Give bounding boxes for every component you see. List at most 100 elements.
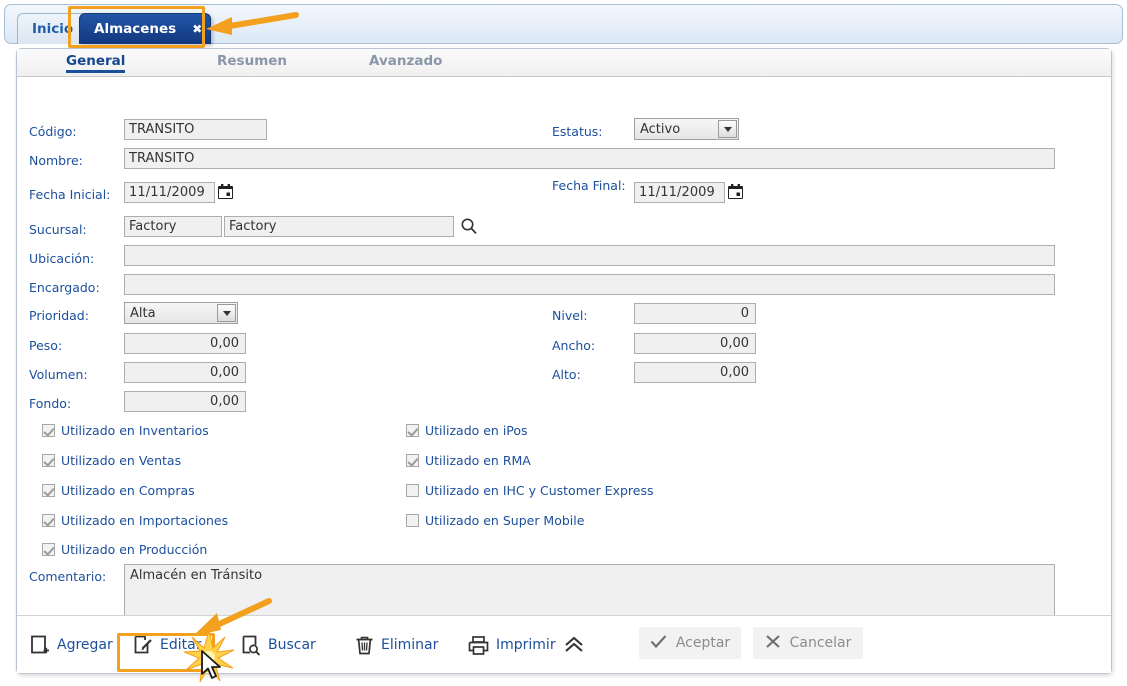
prioridad-label: Prioridad: [29, 308, 89, 323]
fondo-label: Fondo: [29, 396, 72, 411]
peso-label: Peso: [29, 338, 63, 353]
tab-general[interactable]: General [66, 53, 126, 73]
checkbox-produccion[interactable]: Utilizado en Producción [42, 542, 207, 557]
checkbox-box[interactable] [42, 543, 55, 556]
checkbox-importaciones[interactable]: Utilizado en Importaciones [42, 513, 228, 528]
fondo-input[interactable] [124, 391, 246, 412]
volumen-input[interactable] [124, 362, 246, 383]
peso-input[interactable] [124, 333, 246, 354]
checkbox-box[interactable] [42, 454, 55, 467]
ubicacion-label: Ubicación: [29, 251, 95, 266]
checkbox-rma[interactable]: Utilizado en RMA [406, 453, 531, 468]
codigo-input[interactable] [124, 119, 267, 140]
alto-input[interactable] [634, 362, 756, 383]
checkbox-label: Utilizado en Super Mobile [425, 513, 585, 528]
fecha-inicial-input[interactable] [124, 182, 215, 203]
close-icon[interactable]: ✖ [192, 23, 202, 35]
add-document-icon [31, 635, 50, 656]
encargado-label: Encargado: [29, 280, 100, 295]
main-panel: General Resumen Avanzado Código: Estatus… [16, 48, 1112, 674]
trash-icon [355, 635, 374, 656]
window-tab-strip: Inicio Almacenes ✖ [4, 4, 1123, 44]
checkbox-compras[interactable]: Utilizado en Compras [42, 483, 195, 498]
fecha-final-input[interactable] [634, 182, 725, 203]
chevron-down-icon[interactable] [718, 120, 737, 138]
fecha-final-label: Fecha Final: [552, 178, 626, 193]
ancho-label: Ancho: [552, 338, 596, 353]
checkbox-box[interactable] [42, 484, 55, 497]
collapse-toolbar-button[interactable] [563, 629, 585, 661]
tab-active-underline [66, 70, 126, 73]
sucursal-code-input[interactable] [124, 216, 222, 237]
agregar-label: Agregar [57, 637, 113, 653]
volumen-label: Volumen: [29, 367, 88, 382]
calendar-icon[interactable] [217, 183, 234, 204]
prioridad-select-value: Alta [130, 305, 156, 321]
editar-button[interactable]: Editar [134, 629, 201, 661]
ancho-input[interactable] [634, 333, 756, 354]
check-icon [650, 634, 667, 653]
tab-resumen-label: Resumen [217, 53, 288, 69]
tab-resumen[interactable]: Resumen [217, 53, 287, 69]
search-icon[interactable] [460, 217, 478, 239]
edit-pencil-icon [134, 635, 153, 656]
fecha-inicial-label: Fecha Inicial: [29, 187, 111, 202]
imprimir-button[interactable]: Imprimir [468, 629, 556, 661]
agregar-button[interactable]: Agregar [31, 629, 113, 661]
prioridad-select[interactable]: Alta [124, 302, 238, 324]
tab-avanzado-label: Avanzado [369, 53, 443, 69]
editar-label: Editar [160, 637, 202, 653]
checkbox-box[interactable] [42, 424, 55, 437]
sucursal-name-input[interactable] [224, 216, 454, 237]
search-document-icon [242, 635, 261, 656]
tab-avanzado[interactable]: Avanzado [369, 53, 442, 69]
checkbox-inventarios[interactable]: Utilizado en Inventarios [42, 423, 209, 438]
codigo-label: Código: [29, 124, 77, 139]
action-toolbar: Agregar Editar Buscar Eliminar Imprimir … [17, 615, 1111, 673]
printer-icon [468, 635, 489, 656]
checkbox-ihc-customer-express[interactable]: Utilizado en IHC y Customer Express [406, 483, 654, 498]
chevron-down-icon[interactable] [217, 304, 236, 322]
application-window: Inicio Almacenes ✖ General Resumen Avanz… [0, 0, 1127, 686]
eliminar-label: Eliminar [381, 637, 439, 653]
window-tab-inicio[interactable]: Inicio [17, 13, 89, 44]
cancelar-button[interactable]: Cancelar [753, 627, 863, 659]
checkbox-ventas[interactable]: Utilizado en Ventas [42, 453, 181, 468]
tab-general-label: General [66, 53, 126, 69]
alto-label: Alto: [552, 367, 581, 382]
checkbox-ipos[interactable]: Utilizado en iPos [406, 423, 528, 438]
cancelar-label: Cancelar [789, 635, 852, 651]
nivel-label: Nivel: [552, 308, 588, 323]
estatus-select[interactable]: Activo [634, 118, 739, 140]
calendar-icon[interactable] [727, 183, 744, 204]
comentario-textarea[interactable] [124, 564, 1055, 622]
estatus-label: Estatus: [552, 124, 603, 139]
eliminar-button[interactable]: Eliminar [355, 629, 438, 661]
checkbox-box[interactable] [406, 454, 419, 467]
checkbox-label: Utilizado en IHC y Customer Express [425, 483, 654, 498]
checkbox-box[interactable] [42, 514, 55, 527]
encargado-input[interactable] [124, 274, 1055, 295]
sucursal-label: Sucursal: [29, 222, 87, 237]
checkbox-box[interactable] [406, 514, 419, 527]
checkbox-label: Utilizado en Compras [61, 483, 195, 498]
x-icon [765, 634, 781, 653]
aceptar-button[interactable]: Aceptar [639, 627, 741, 659]
nombre-input[interactable] [124, 148, 1055, 169]
checkbox-label: Utilizado en Importaciones [61, 513, 229, 528]
buscar-button[interactable]: Buscar [242, 629, 316, 661]
form-tab-bar: General Resumen Avanzado [17, 49, 1111, 77]
double-chevron-up-icon [563, 635, 585, 655]
nivel-input[interactable] [634, 303, 756, 324]
window-tab-inicio-label: Inicio [32, 21, 74, 37]
window-tab-almacenes[interactable]: Almacenes ✖ [79, 13, 212, 44]
checkbox-label: Utilizado en Ventas [61, 453, 182, 468]
checkbox-box[interactable] [406, 424, 419, 437]
comentario-label: Comentario: [29, 569, 107, 584]
ubicacion-input[interactable] [124, 245, 1055, 266]
buscar-label: Buscar [268, 637, 316, 653]
checkbox-label: Utilizado en Inventarios [61, 423, 209, 438]
form-body: Código: Estatus: Activo Nombre: Fecha In… [17, 77, 1111, 643]
checkbox-super-mobile[interactable]: Utilizado en Super Mobile [406, 513, 584, 528]
checkbox-box[interactable] [406, 484, 419, 497]
